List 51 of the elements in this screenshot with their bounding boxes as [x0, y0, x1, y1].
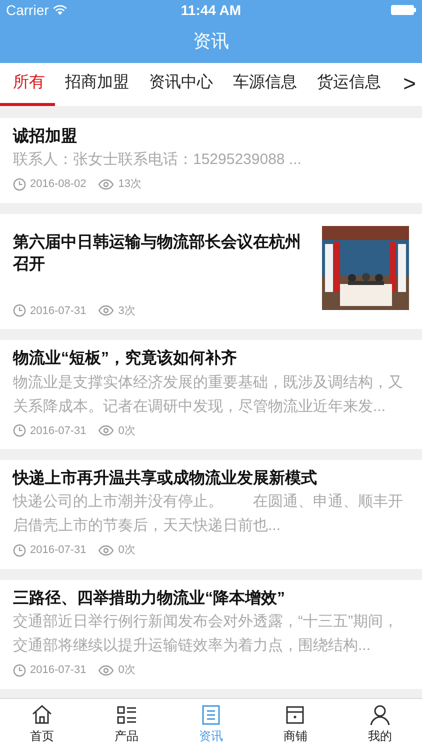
home-icon — [30, 703, 54, 727]
article-card[interactable]: 物流业“短板”，究竟该如何补齐 物流业是支撑实体经济发展的重要基础，既涉及调结构，又关系降成本。记者在调研中发现，尽管物流业近年来发... 2016-07-31 0次 — [0, 340, 422, 450]
article-card[interactable]: 诚招加盟 联系人：张女士联系电话：15295239088 ... 2016-08-02 13次 — [0, 118, 422, 203]
article-date: 2016-07-31 — [30, 543, 86, 558]
article-summary: 交通部近日举行例行新闻发布会对外透露，“十三五”期间，交通部将继续以提升运输链效率为着力点，围绕结构... — [13, 612, 399, 656]
article-title: 快递上市再升温共享或成物流业发展新模式 — [13, 468, 318, 490]
screen-title: 资讯 — [193, 30, 229, 53]
view-count: 0次 — [118, 663, 136, 678]
tab-bar-item[interactable]: 产品 — [84, 699, 169, 750]
clock-icon — [13, 544, 26, 558]
article-card[interactable]: 快递上市再升温共享或成物流业发展新模式 快递公司的上市潮并没有停止。 在圆通、申通、顺丰开启借壳上市的节奏后，天天快递日前也... 2016-07-31 0次 — [0, 460, 422, 569]
article-date: 2016-07-31 — [30, 663, 86, 678]
category-tab[interactable]: 资讯中心 — [139, 63, 223, 106]
eye-icon — [98, 665, 114, 676]
category-tab[interactable]: 招商加盟 — [55, 63, 139, 106]
article-title: 第六届中日韩运输与物流部长会议在杭州召开 — [13, 232, 302, 276]
article-summary: 联系人：张女士联系电话：15295239088 ... — [13, 150, 302, 170]
article-card[interactable]: 三路径、四举措助力物流业“降本增效” 交通部近日举行例行新闻发布会对外透露，“十三五”期间，交通部将继续以提升运输链效率为着力点，围绕结构... 2016-07-31 0次 — [0, 580, 422, 689]
clock-icon — [13, 664, 26, 678]
carrier-label: Carrier — [6, 0, 49, 20]
view-count: 13次 — [118, 177, 142, 192]
view-count: 0次 — [118, 424, 136, 439]
more-tabs-button[interactable]: > — [397, 63, 422, 106]
eye-icon — [98, 545, 114, 556]
wifi-icon — [52, 5, 67, 15]
clock-icon — [13, 304, 26, 318]
clock-icon — [13, 424, 26, 438]
tab-bar-item[interactable]: 首页 — [0, 699, 84, 750]
eye-icon — [98, 305, 114, 316]
article-date: 2016-08-02 — [30, 177, 86, 192]
category-tab[interactable]: 货运信息 — [307, 63, 391, 106]
article-title: 物流业“短板”，究竟该如何补齐 — [13, 348, 238, 370]
article-date: 2016-07-31 — [30, 304, 86, 319]
view-count: 0次 — [118, 543, 136, 558]
person-icon — [368, 703, 392, 727]
article-summary: 快递公司的上市潮并没有停止。 在圆通、申通、顺丰开启借壳上市的节奏后，天天快递日前也... — [13, 492, 404, 536]
tab-bar-item[interactable]: 商铺 — [253, 699, 338, 750]
article-card[interactable]: 第六届中日韩运输与物流部长会议在杭州召开 2016-07-31 3次 — [0, 214, 422, 330]
category-tab[interactable]: 所有 — [0, 63, 55, 106]
article-title: 诚招加盟 — [13, 126, 78, 147]
category-tab[interactable]: 车源信息 — [223, 63, 307, 106]
view-count: 3次 — [118, 304, 136, 319]
article-summary: 物流业是支撑实体经济发展的重要基础，既涉及调结构，又关系降成本。记者在调研中发现，尽管物流业近年来发... — [13, 372, 404, 417]
eye-icon — [98, 179, 114, 190]
battery-icon — [391, 5, 416, 15]
article-title: 三路径、四举措助力物流业“降本增效” — [13, 588, 286, 609]
eye-icon — [98, 425, 114, 436]
article-date: 2016-07-31 — [30, 424, 86, 439]
tab-bar-item[interactable]: 我的 — [338, 699, 422, 750]
clock-icon — [13, 178, 26, 192]
time-label: 11:44 AM — [180, 0, 242, 20]
